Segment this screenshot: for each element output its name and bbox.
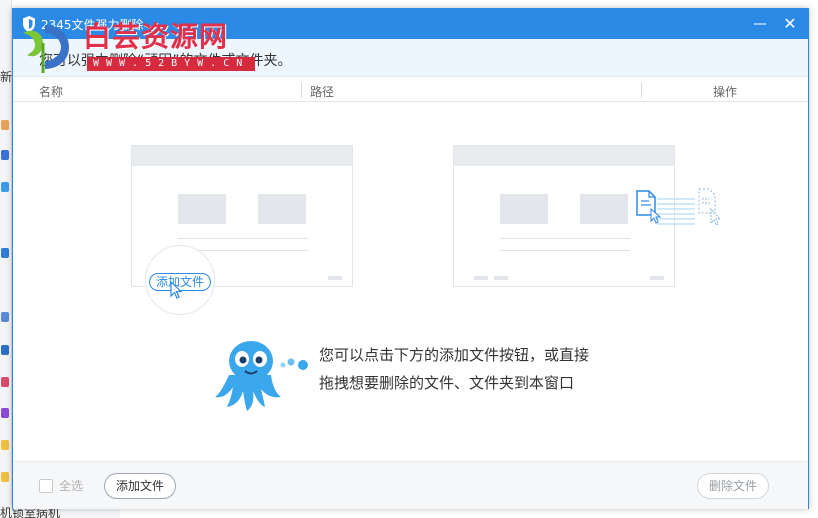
column-header-action: 操作 [713, 85, 738, 99]
illustration-footer-mark [650, 276, 664, 280]
illustration-titlebar [454, 146, 674, 166]
app-icon [1, 345, 9, 355]
app-icon [1, 150, 9, 160]
illustration-titlebar [132, 146, 352, 166]
delete-file-button[interactable]: 删除文件 [697, 473, 769, 499]
app-icon [1, 408, 9, 418]
bottom-toolbar: 全选 添加文件 删除文件 [13, 461, 808, 509]
checkbox-box[interactable] [39, 478, 53, 493]
illustration-box [500, 194, 548, 224]
instruction-line-1: 您可以点击下方的添加文件按钮，或直接 [319, 346, 590, 364]
cursor-icon [170, 281, 183, 299]
drag-drop-instructions: 您可以点击下方的添加文件按钮，或直接 拖拽想要删除的文件、文件夹到本窗口 [319, 341, 589, 397]
window-title: 2345文件强力删除 [41, 18, 144, 32]
shield-icon [23, 16, 35, 32]
app-icon [1, 248, 9, 258]
folder-icon [1, 472, 9, 482]
app-icon [1, 312, 9, 322]
illustration-line [500, 238, 630, 239]
select-all-label: 全选 [59, 479, 84, 493]
add-file-button[interactable]: 添加文件 [104, 473, 176, 499]
hint-bar: 您可以强力删除“顽固”的文件或文件夹。 [13, 39, 808, 77]
file-shredder-window: 2345文件强力删除 — ✕ 您可以强力删除“顽固”的文件或文件夹。 名称 路径… [12, 8, 809, 509]
illustration-box [258, 194, 306, 224]
illustration-line [500, 250, 630, 251]
illustration-footer-mark [494, 276, 508, 280]
illustration-footer-mark [474, 276, 488, 280]
illustration-footer-mark [328, 276, 342, 280]
table-header: 名称 路径 操作 [13, 78, 808, 102]
home-icon [1, 120, 9, 130]
illustration-box [580, 194, 628, 224]
app-icon [1, 377, 9, 387]
background-new-label: 新 [0, 70, 13, 84]
title-bar[interactable]: 2345文件强力删除 — ✕ [13, 9, 808, 39]
minimize-button[interactable]: — [750, 14, 770, 34]
instruction-line-2: 拖拽想要删除的文件、文件夹到本窗口 [319, 374, 575, 392]
illustration-line [178, 238, 308, 239]
cloud-icon [1, 182, 9, 192]
file-list-area[interactable]: 添加文件 您可以点击下方的添加文件按钮，或直接 拖拽想要删除的文件、文件夹到本窗… [13, 103, 808, 461]
column-divider [301, 82, 302, 98]
illustration-box [178, 194, 226, 224]
select-all-checkbox[interactable]: 全选 [39, 477, 83, 494]
hint-text: 您可以强力删除“顽固”的文件或文件夹。 [39, 53, 292, 69]
close-button[interactable]: ✕ [780, 14, 800, 34]
column-header-path: 路径 [310, 85, 335, 99]
column-header-name: 名称 [39, 85, 64, 99]
folder-icon [1, 440, 9, 450]
column-divider [641, 82, 642, 98]
drag-document-icon [636, 188, 722, 226]
octopus-mascot-icon [215, 341, 308, 411]
